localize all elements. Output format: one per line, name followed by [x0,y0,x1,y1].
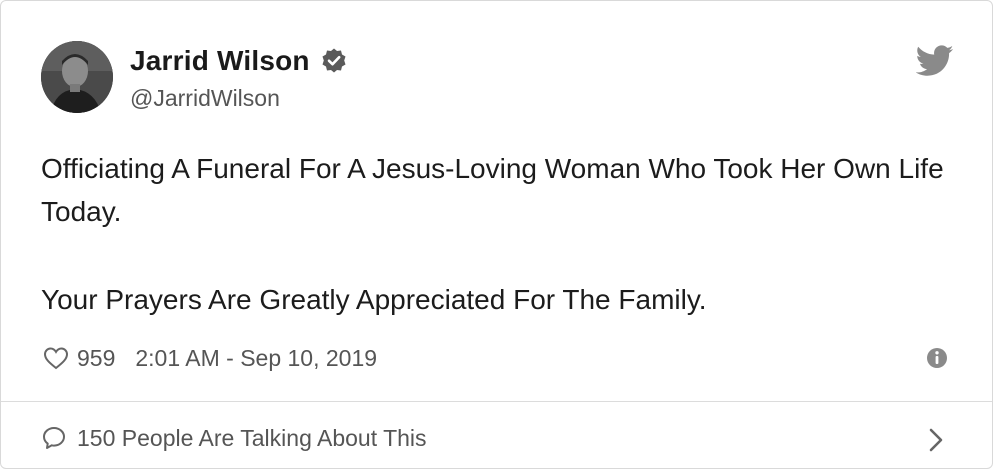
tweet-line-2: Your Prayers Are Greatly Appreciated For… [41,284,707,315]
info-icon[interactable] [926,347,948,369]
like-count: 959 [77,344,116,371]
divider [1,401,992,402]
conversation-label: 150 People Are Talking About This [77,424,427,451]
tweet-text: Officiating A Funeral For A Jesus-Loving… [41,147,961,321]
twitter-bird-icon[interactable] [915,45,954,77]
speech-bubble-icon [41,425,67,451]
tweet-line-1: Officiating A Funeral For A Jesus-Loving… [41,153,944,227]
verified-badge-icon [320,47,348,75]
tweet-card: Jarrid Wilson @JarridWilson Officiating … [0,0,993,469]
avatar[interactable] [41,41,113,113]
author-handle[interactable]: @JarridWilson [130,85,280,112]
heart-icon[interactable] [43,346,69,370]
chevron-right-icon[interactable] [928,427,944,453]
tweet-timestamp[interactable]: 2:01 AM - Sep 10, 2019 [135,345,377,372]
author-row: Jarrid Wilson [130,43,348,79]
tweet-meta: 959 2:01 AM - Sep 10, 2019 [43,341,377,375]
conversation-link[interactable]: 150 People Are Talking About This [41,421,427,455]
author-name[interactable]: Jarrid Wilson [130,45,310,77]
